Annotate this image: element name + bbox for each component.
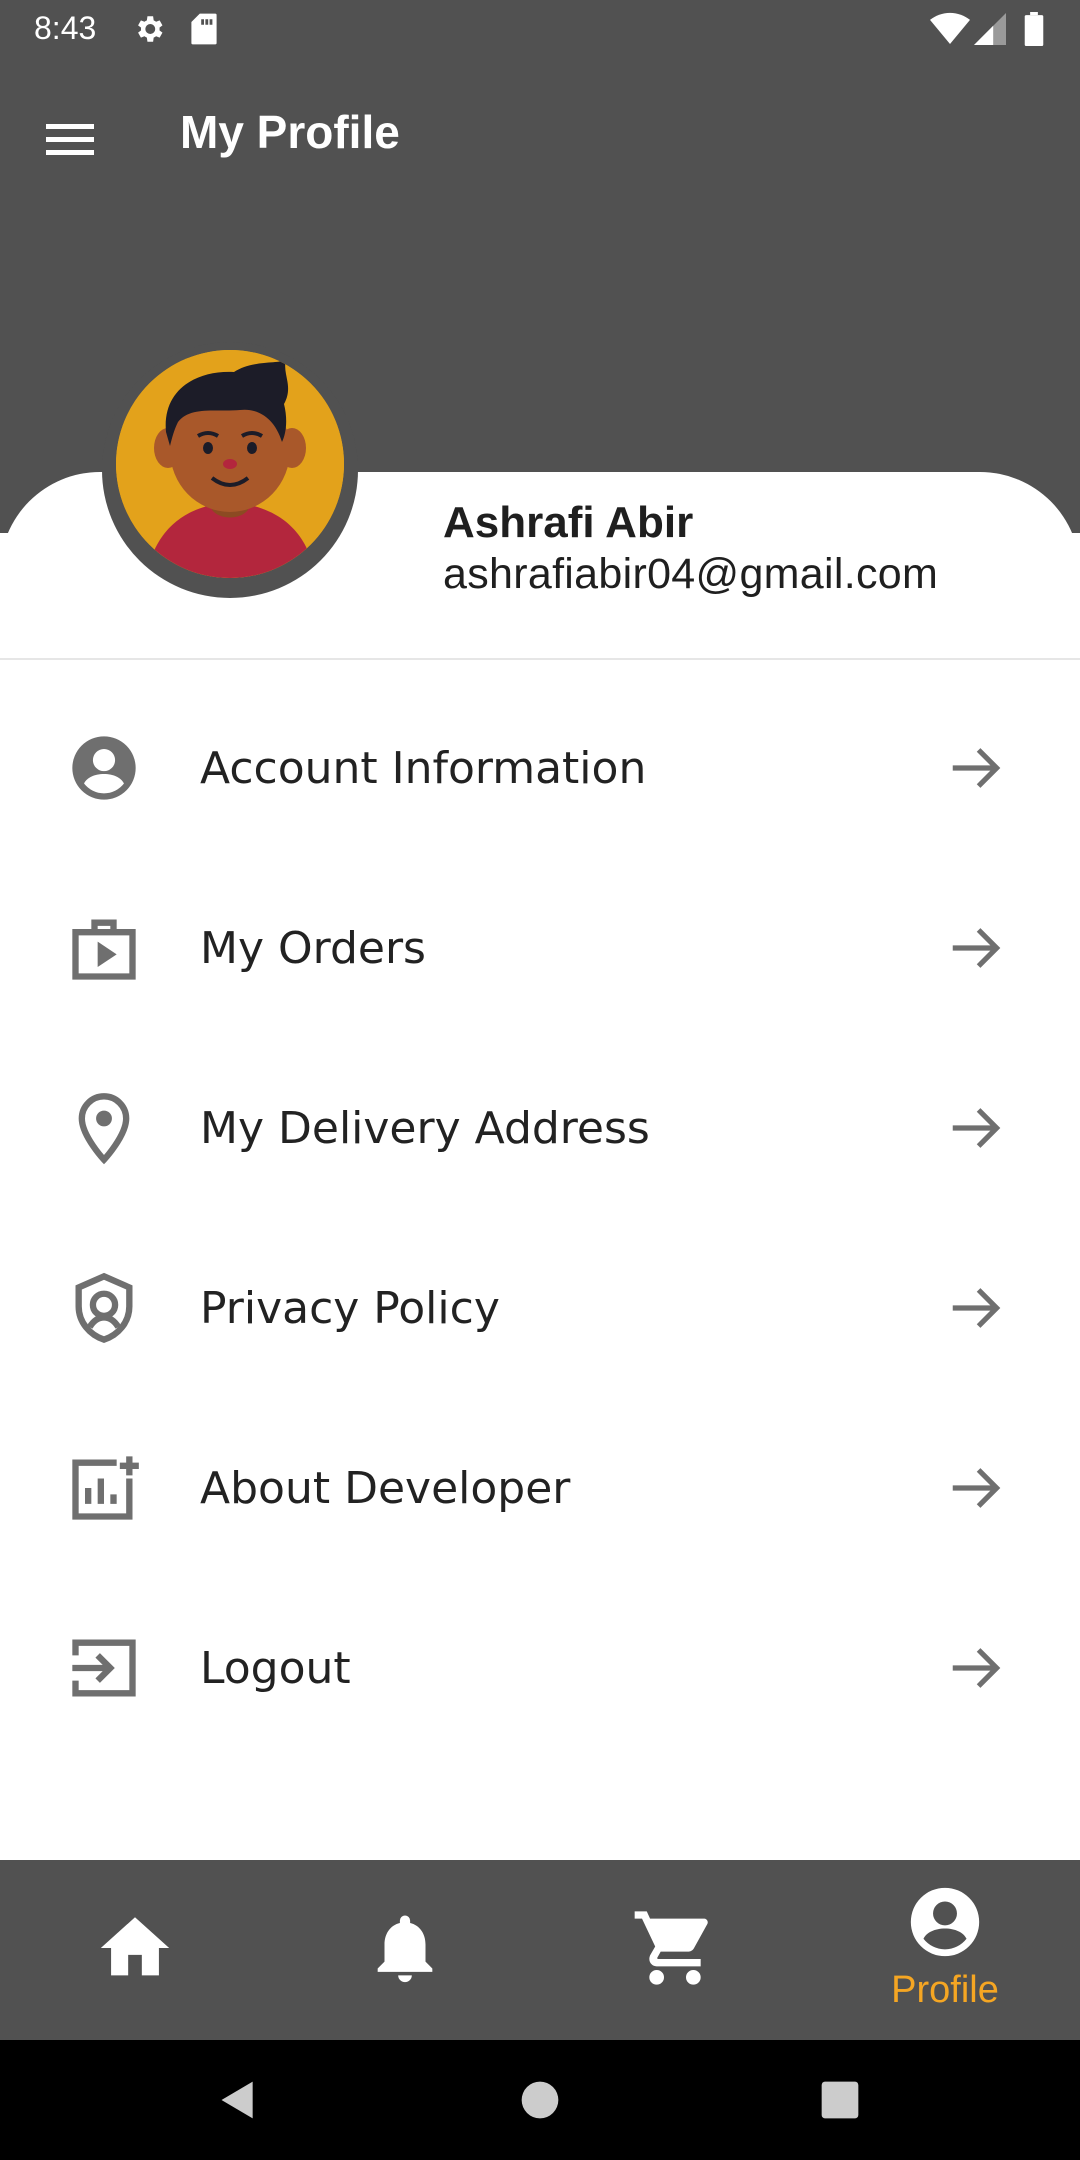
arrow-right-icon (942, 734, 1010, 802)
menu-item-label: Privacy Policy (200, 1282, 500, 1334)
home-button-icon[interactable] (510, 2070, 570, 2130)
avatar[interactable] (116, 350, 344, 578)
menu-item-my-orders[interactable]: My Orders (0, 858, 1080, 1038)
menu-item-label: My Delivery Address (200, 1102, 650, 1154)
nav-profile[interactable]: Profile (810, 1860, 1080, 2040)
nav-profile-label: Profile (891, 1968, 999, 2011)
arrow-right-icon (942, 1094, 1010, 1162)
nav-notifications[interactable] (270, 1860, 540, 2040)
arrow-right-icon (942, 1274, 1010, 1342)
arrow-right-icon (942, 1634, 1010, 1702)
arrow-right-icon (942, 914, 1010, 982)
status-time: 8:43 (34, 10, 97, 46)
signal-icon (974, 12, 1006, 50)
menu-item-my-delivery-address[interactable]: My Delivery Address (0, 1038, 1080, 1218)
status-bar: 8:43 (0, 0, 1080, 63)
menu-item-label: Account Information (200, 742, 647, 794)
account-circle-icon (62, 726, 146, 810)
nav-home[interactable] (0, 1860, 270, 2040)
system-navigation-bar (0, 2040, 1080, 2160)
hamburger-menu-icon[interactable] (38, 108, 102, 172)
shopping-bag-icon (62, 906, 146, 990)
battery-icon (1024, 12, 1044, 50)
profile-icon (904, 1881, 986, 1967)
location-pin-icon (62, 1086, 146, 1170)
menu-item-account-information[interactable]: Account Information (0, 678, 1080, 858)
bell-icon (364, 1907, 446, 1993)
arrow-right-icon (942, 1454, 1010, 1522)
menu-item-label: About Developer (200, 1462, 571, 1514)
analytics-add-icon (62, 1446, 146, 1530)
recents-icon[interactable] (810, 2070, 870, 2130)
user-email: ashrafiabir04@gmail.com (443, 550, 939, 598)
back-icon[interactable] (208, 2070, 268, 2130)
sd-card-icon (190, 12, 218, 50)
bottom-navigation: Profile (0, 1860, 1080, 2040)
wifi-icon (930, 12, 970, 50)
divider (0, 658, 1080, 660)
menu-item-label: My Orders (200, 922, 426, 974)
user-name: Ashrafi Abir (443, 498, 694, 547)
menu-item-privacy-policy[interactable]: Privacy Policy (0, 1218, 1080, 1398)
shield-icon (62, 1266, 146, 1350)
menu-item-about-developer[interactable]: About Developer (0, 1398, 1080, 1578)
gear-icon (132, 12, 166, 50)
nav-cart[interactable] (540, 1860, 810, 2040)
page-title: My Profile (180, 106, 400, 158)
menu-item-logout[interactable]: Logout (0, 1578, 1080, 1758)
logout-icon (62, 1626, 146, 1710)
home-icon (94, 1907, 176, 1993)
menu-item-label: Logout (200, 1642, 351, 1694)
cart-icon (631, 1904, 719, 1996)
